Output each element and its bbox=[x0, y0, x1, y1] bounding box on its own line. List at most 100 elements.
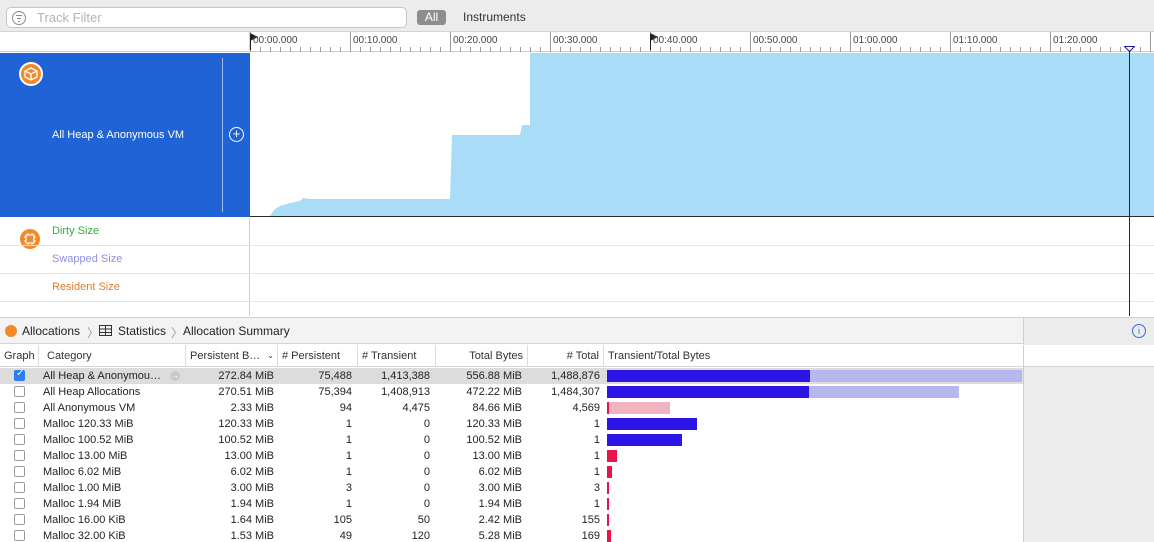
cell-persistent-bytes: 270.51 MiB bbox=[218, 386, 274, 398]
cell-persistent-bytes: 1.53 MiB bbox=[230, 530, 274, 542]
breadcrumb-instrument[interactable]: Allocations bbox=[22, 324, 80, 338]
ruler-tick-label: 00:00.000 bbox=[253, 35, 298, 46]
graph-checkbox[interactable] bbox=[14, 368, 25, 381]
ratio-bar bbox=[607, 466, 612, 478]
col-persistent-bytes[interactable]: Persistent B… ⌄ bbox=[186, 345, 278, 367]
ruler-tick-label: 00:30.000 bbox=[553, 35, 598, 46]
persistent-bar bbox=[607, 482, 609, 494]
scope-all-button[interactable]: All bbox=[417, 10, 446, 25]
col-category[interactable]: Category bbox=[43, 345, 186, 367]
timeline-ruler[interactable]: 00:00.000 00:10.000 00:20.000 00:30.000 00:4… bbox=[250, 32, 1154, 52]
subtrack-swapped[interactable]: Swapped Size bbox=[0, 246, 250, 274]
cell-transient: 0 bbox=[423, 434, 430, 446]
persistent-bar bbox=[607, 450, 617, 462]
persistent-bar bbox=[607, 514, 609, 526]
cell-persistent-bytes: 2.33 MiB bbox=[230, 402, 274, 414]
filter-icon bbox=[12, 11, 26, 25]
cell-category: All Anonymous VM bbox=[43, 402, 136, 414]
playhead-handle-icon[interactable] bbox=[1124, 46, 1135, 52]
col-ratio[interactable]: Transient/Total Bytes bbox=[604, 345, 1023, 367]
ratio-bar bbox=[607, 434, 682, 446]
table-row[interactable]: Malloc 1.00 MiB 3.00 MiB 3 0 3.00 MiB 3 bbox=[0, 480, 1023, 496]
cell-category: All Heap & Anonymou… bbox=[43, 370, 162, 382]
graph-checkbox[interactable] bbox=[14, 514, 25, 525]
persistent-bar bbox=[607, 434, 682, 446]
persistent-bar bbox=[607, 386, 809, 398]
graph-checkbox[interactable] bbox=[14, 386, 25, 397]
cell-persistent: 75,488 bbox=[318, 370, 352, 382]
graph-checkbox[interactable] bbox=[14, 530, 25, 541]
cell-total: 1 bbox=[593, 466, 600, 478]
ratio-bar bbox=[607, 402, 670, 414]
allocation-graph[interactable] bbox=[250, 53, 1154, 217]
col-persistent[interactable]: # Persistent bbox=[278, 345, 358, 367]
table-row[interactable]: Malloc 1.94 MiB 1.94 MiB 1 0 1.94 MiB 1 bbox=[0, 496, 1023, 512]
col-total[interactable]: # Total bbox=[528, 345, 604, 367]
extended-detail-icon[interactable]: i bbox=[1132, 324, 1146, 338]
graph-checkbox[interactable] bbox=[14, 418, 25, 429]
col-total-bytes[interactable]: Total Bytes bbox=[436, 345, 528, 367]
ruler-tick-label: 01:20.000 bbox=[1053, 35, 1098, 46]
cell-total-bytes: 6.02 MiB bbox=[478, 466, 522, 478]
cell-category: Malloc 1.94 MiB bbox=[43, 498, 122, 510]
table-row[interactable]: Malloc 16.00 KiB 1.64 MiB 105 50 2.42 MiB 155 bbox=[0, 512, 1023, 528]
cell-persistent-bytes: 3.00 MiB bbox=[230, 482, 274, 494]
allocations-instrument-icon bbox=[19, 62, 43, 86]
col-transient[interactable]: # Transient bbox=[358, 345, 436, 367]
persistent-bar bbox=[607, 370, 810, 382]
cell-category: All Heap Allocations bbox=[43, 386, 141, 398]
table-row[interactable]: Malloc 6.02 MiB 6.02 MiB 1 0 6.02 MiB 1 bbox=[0, 464, 1023, 480]
cell-persistent-bytes: 6.02 MiB bbox=[230, 466, 274, 478]
table-row[interactable]: All Heap & Anonymou… 272.84 MiB 75,488 1,41… bbox=[0, 368, 1023, 384]
cell-total: 1 bbox=[593, 434, 600, 446]
ratio-bar bbox=[607, 386, 959, 398]
track-filter-input[interactable] bbox=[37, 9, 397, 26]
ruler-tick-label: 00:40.000 bbox=[653, 35, 698, 46]
table-row[interactable]: All Anonymous VM 2.33 MiB 94 4,475 84.66 MiB… bbox=[0, 400, 1023, 416]
cell-total: 1,488,876 bbox=[551, 370, 600, 382]
swapped-size-label: Swapped Size bbox=[52, 253, 123, 265]
cell-total-bytes: 3.00 MiB bbox=[478, 482, 522, 494]
breadcrumb: Allocations 〉 Statistics 〉 Allocation Su… bbox=[0, 317, 1024, 344]
subtrack-graphs[interactable] bbox=[250, 218, 1154, 316]
table-row[interactable]: All Heap Allocations 270.51 MiB 75,394 1,40… bbox=[0, 384, 1023, 400]
breadcrumb-detail[interactable]: Allocation Summary bbox=[183, 324, 290, 338]
subtrack-dirty[interactable]: Dirty Size bbox=[0, 218, 250, 246]
breadcrumb-chevron-icon: 〉 bbox=[171, 326, 184, 340]
add-track-button[interactable]: + bbox=[229, 127, 244, 142]
playhead[interactable] bbox=[1129, 47, 1130, 316]
cell-persistent-bytes: 1.94 MiB bbox=[230, 498, 274, 510]
graph-checkbox[interactable] bbox=[14, 450, 25, 461]
allocations-icon bbox=[5, 325, 17, 337]
scope-instruments-button[interactable]: Instruments bbox=[463, 10, 526, 25]
table-row[interactable]: Malloc 100.52 MiB 100.52 MiB 1 0 100.52 MiB 1 bbox=[0, 432, 1023, 448]
table-row[interactable]: Malloc 120.33 MiB 120.33 MiB 1 0 120.33 MiB 1 bbox=[0, 416, 1023, 432]
cell-persistent: 49 bbox=[339, 530, 352, 542]
track-header-all-heap[interactable]: All Heap & Anonymous VM + bbox=[0, 53, 250, 217]
ruler-tick-label: 01:10.000 bbox=[953, 35, 998, 46]
col-graph[interactable]: Graph bbox=[0, 345, 39, 367]
graph-checkbox[interactable] bbox=[14, 434, 25, 445]
cell-category: Malloc 32.00 KiB bbox=[43, 530, 126, 542]
cell-total: 169 bbox=[581, 530, 600, 542]
cell-persistent: 1 bbox=[345, 466, 352, 478]
track-name: All Heap & Anonymous VM bbox=[52, 129, 185, 141]
cell-total-bytes: 5.28 MiB bbox=[478, 530, 522, 542]
cell-category: Malloc 100.52 MiB bbox=[43, 434, 134, 446]
table-row[interactable]: Malloc 32.00 KiB 1.53 MiB 49 120 5.28 MiB 169 bbox=[0, 528, 1023, 542]
cell-persistent-bytes: 272.84 MiB bbox=[218, 370, 274, 382]
track-filter[interactable] bbox=[6, 7, 407, 28]
cell-category: Malloc 1.00 MiB bbox=[43, 482, 122, 494]
graph-checkbox[interactable] bbox=[14, 466, 25, 477]
focus-arrow-icon[interactable]: → bbox=[170, 371, 180, 381]
graph-checkbox[interactable] bbox=[14, 498, 25, 509]
breadcrumb-view[interactable]: Statistics bbox=[118, 324, 166, 338]
table-row[interactable]: Malloc 13.00 MiB 13.00 MiB 1 0 13.00 MiB 1 bbox=[0, 448, 1023, 464]
graph-checkbox[interactable] bbox=[14, 402, 25, 413]
track-header-divider bbox=[222, 58, 223, 212]
cell-persistent-bytes: 120.33 MiB bbox=[218, 418, 274, 430]
allocation-summary-table: Graph Category Persistent B… ⌄ # Persiste… bbox=[0, 345, 1024, 542]
subtrack-resident[interactable]: Resident Size bbox=[0, 274, 250, 302]
graph-checkbox[interactable] bbox=[14, 482, 25, 493]
cell-transient: 0 bbox=[423, 418, 430, 430]
